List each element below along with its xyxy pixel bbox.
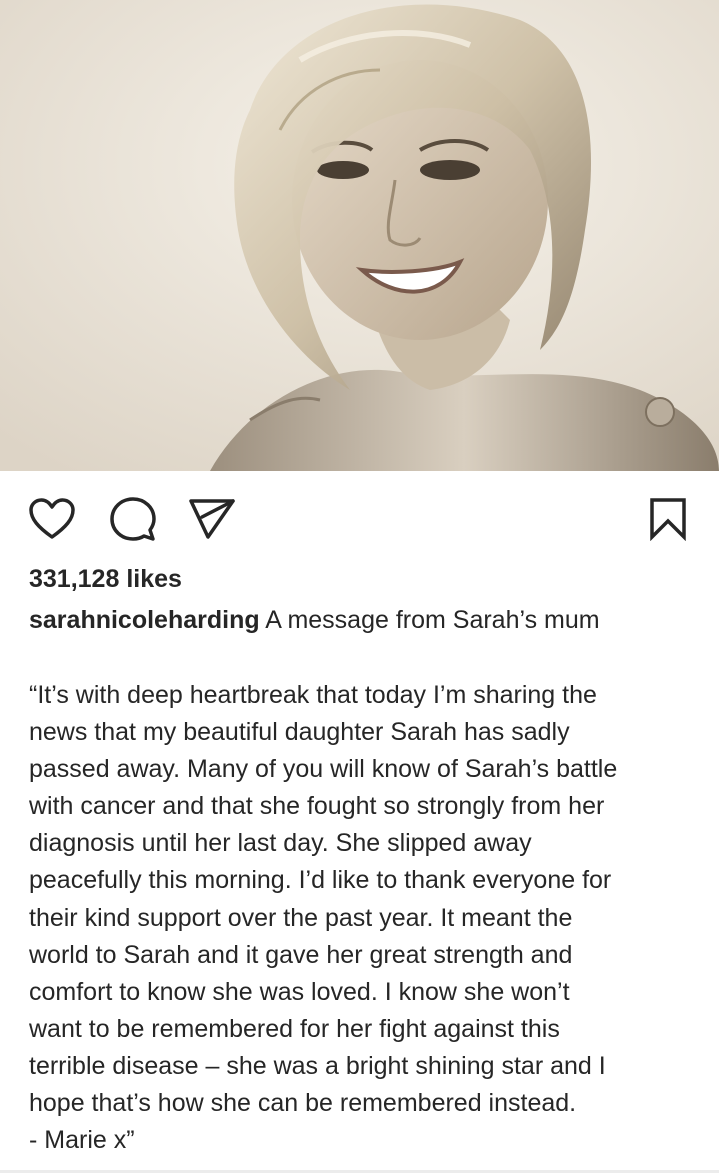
caption-line: want to be remembered for her fight agai… — [29, 1014, 560, 1043]
portrait-illustration — [0, 0, 719, 471]
like-count[interactable]: 331,128 likes — [29, 563, 182, 595]
username-link[interactable]: sarahnicoleharding — [29, 606, 260, 634]
caption-intro: A message from Sarah’s mum — [265, 606, 600, 634]
like-button[interactable] — [28, 495, 76, 543]
caption-line: their kind support over the past year. I… — [29, 903, 573, 932]
send-icon — [189, 499, 235, 539]
heart-icon — [29, 498, 75, 539]
post-photo[interactable] — [0, 0, 719, 471]
caption-line: passed away. Many of you will know of Sa… — [29, 755, 618, 784]
caption-header: sarahnicoleharding A message from Sarah’… — [29, 604, 699, 636]
caption-line: with cancer and that she fought so stron… — [29, 792, 605, 821]
caption-line: hope that’s how she can be remembered in… — [29, 1089, 577, 1118]
caption-line: terrible disease – she was a bright shin… — [29, 1051, 606, 1080]
caption-line: comfort to know she was loved. I know sh… — [29, 977, 570, 1006]
save-button[interactable] — [644, 495, 692, 543]
caption-line: diagnosis until her last day. She slippe… — [29, 829, 532, 858]
caption-line: “It’s with deep heartbreak that today I’… — [29, 681, 597, 709]
comment-icon — [110, 497, 156, 541]
caption-body: “It’s with deep heartbreak that today I’… — [29, 677, 699, 1159]
comment-button[interactable] — [109, 495, 157, 543]
caption-line: news that my beautiful daughter Sarah ha… — [29, 718, 570, 747]
caption-line: peacefully this morning. I’d like to tha… — [29, 866, 612, 895]
bookmark-icon — [650, 498, 686, 541]
caption-line: - Marie x” — [29, 1126, 135, 1155]
caption-line: world to Sarah and it gave her great str… — [29, 940, 573, 969]
post-action-bar — [0, 471, 719, 561]
share-button[interactable] — [188, 495, 236, 543]
